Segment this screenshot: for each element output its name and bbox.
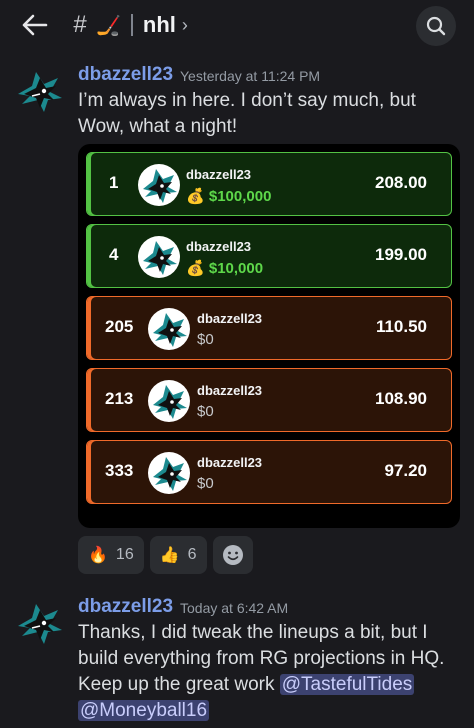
divider — [130, 14, 133, 36]
channel-header: # 🏒 nhl › — [0, 0, 474, 52]
reaction-thumbs-up[interactable]: 👍 6 — [149, 536, 207, 574]
search-icon[interactable] — [416, 6, 456, 46]
prize-amount: $0 — [197, 403, 214, 420]
user-mention[interactable]: @Moneyball16 — [78, 700, 210, 721]
prize-amount: 💰 $10,000 — [186, 259, 263, 277]
reactions-bar: 🔥 16 👍 6 — [78, 536, 253, 574]
hash-icon: # — [73, 11, 87, 38]
leaderboard-row: 205 dbazzell23 $0 110.50 — [86, 296, 452, 360]
score: 108.90 — [375, 389, 427, 408]
thumbs-up-icon: 👍 — [159, 547, 180, 564]
money-bag-icon: 💰 — [186, 188, 205, 205]
prize-value: $0 — [197, 331, 214, 348]
user-mention[interactable]: @TastefulTides — [279, 674, 415, 695]
reaction-fire[interactable]: 🔥 16 — [78, 536, 144, 574]
username: dbazzell23 — [197, 455, 263, 470]
rank-number: 333 — [105, 461, 134, 480]
avatar[interactable] — [14, 596, 66, 648]
score: 208.00 — [375, 173, 427, 192]
money-bag-icon: 💰 — [186, 260, 205, 277]
reaction-count: 6 — [187, 546, 197, 563]
rank-number: 213 — [105, 389, 134, 408]
smiley-icon — [222, 545, 243, 565]
leaderboard-card: 1 dbazzell23 💰 $100,000 208.00 4 dbazzel… — [78, 144, 460, 528]
rank-number: 4 — [109, 245, 119, 264]
fire-icon: 🔥 — [88, 547, 108, 564]
username: dbazzell23 — [186, 239, 252, 254]
channel-name: nhl — [142, 12, 176, 37]
add-reaction-button[interactable] — [212, 536, 253, 574]
prize-value: $10,000 — [208, 260, 264, 277]
score: 97.20 — [384, 461, 427, 480]
back-arrow-icon[interactable] — [18, 10, 52, 40]
username: dbazzell23 — [197, 383, 263, 398]
avatar — [138, 236, 180, 278]
message-author[interactable]: dbazzell23 — [78, 64, 173, 86]
message-timestamp: Today at 6:42 AM — [180, 600, 289, 616]
channel-title[interactable]: # 🏒 nhl › — [70, 11, 188, 38]
leaderboard-row: 213 dbazzell23 $0 108.90 — [86, 368, 452, 432]
message-author[interactable]: dbazzell23 — [78, 596, 173, 618]
prize-value: $100,000 — [208, 188, 272, 205]
avatar — [148, 380, 190, 422]
prize-amount: $0 — [197, 475, 214, 492]
avatar — [138, 164, 180, 206]
username: dbazzell23 — [197, 311, 263, 326]
leaderboard-row: 333 dbazzell23 $0 97.20 — [86, 440, 452, 504]
leaderboard-row: 4 dbazzell23 💰 $10,000 199.00 — [86, 224, 452, 288]
prize-value: $0 — [197, 403, 214, 420]
prize-amount: $0 — [197, 331, 214, 348]
prize-value: $0 — [197, 475, 214, 492]
avatar — [148, 308, 190, 350]
reaction-count: 16 — [115, 546, 134, 563]
rank-number: 205 — [105, 317, 134, 336]
prize-amount: 💰 $100,000 — [186, 187, 271, 205]
avatar — [148, 452, 190, 494]
chevron-right-icon: › — [181, 14, 188, 35]
avatar[interactable] — [14, 64, 66, 116]
username: dbazzell23 — [186, 167, 252, 182]
hockey-stick-icon: 🏒 — [96, 14, 121, 37]
score: 110.50 — [375, 317, 427, 336]
score: 199.00 — [375, 245, 427, 264]
message-text: I’m always in here. I don’t say much, bu… — [78, 90, 416, 137]
leaderboard-row: 1 dbazzell23 💰 $100,000 208.00 — [86, 152, 452, 216]
message-timestamp: Yesterday at 11:24 PM — [180, 68, 321, 84]
message-text: Thanks, I did tweak the lineups a bit, b… — [78, 620, 458, 724]
rank-number: 1 — [109, 173, 119, 192]
